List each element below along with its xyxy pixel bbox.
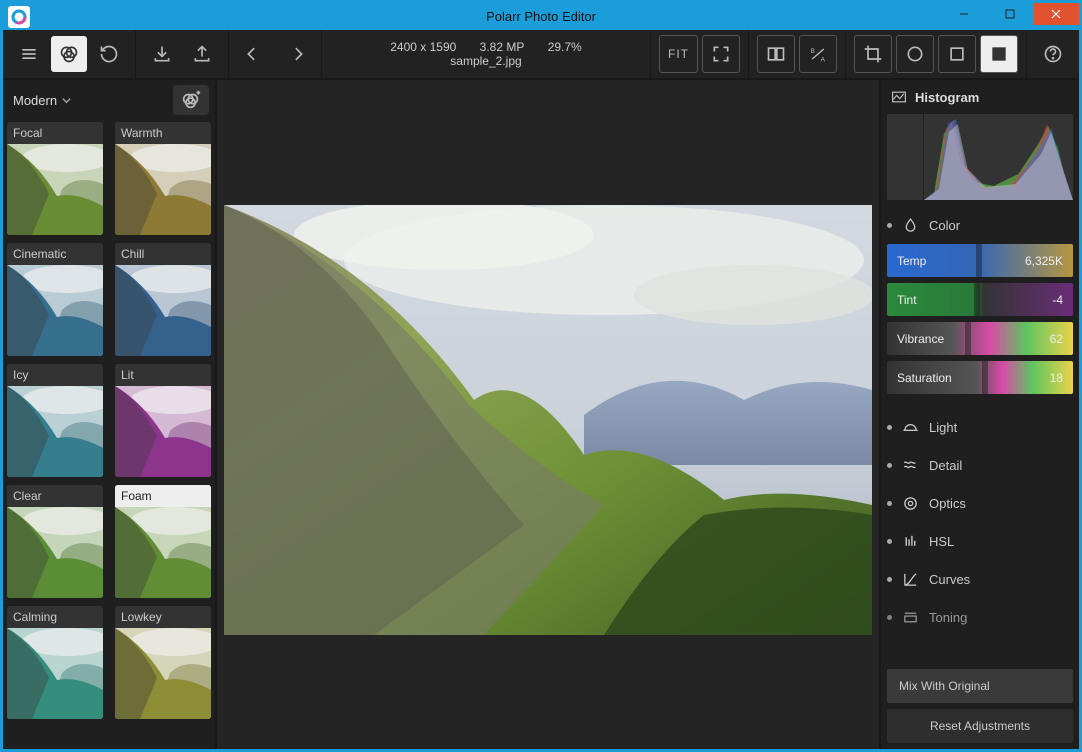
menu-button[interactable] bbox=[11, 36, 47, 72]
slider-saturation[interactable]: Saturation18 bbox=[887, 361, 1073, 394]
curve-icon bbox=[902, 571, 919, 588]
help-button[interactable] bbox=[1035, 36, 1071, 72]
slider-handle[interactable] bbox=[974, 283, 980, 316]
filter-category-dropdown[interactable]: Modern bbox=[13, 93, 72, 108]
filter-cinematic[interactable]: Cinematic bbox=[7, 243, 103, 356]
image-zoom: 29.7% bbox=[548, 40, 582, 54]
filter-icy[interactable]: Icy bbox=[7, 364, 103, 477]
filter-label: Chill bbox=[115, 243, 211, 265]
filter-label: Calming bbox=[7, 606, 103, 628]
adjustments-panel: Histogram Color Temp6,325K Tint-4 Vibran… bbox=[879, 80, 1079, 749]
histogram-channel-toggle[interactable] bbox=[887, 114, 924, 200]
image-filename: sample_2.jpg bbox=[450, 54, 521, 68]
app-logo bbox=[8, 6, 30, 28]
section-optics[interactable]: Optics bbox=[881, 484, 1079, 522]
lens-icon bbox=[902, 495, 919, 512]
slider-tint[interactable]: Tint-4 bbox=[887, 283, 1073, 316]
svg-text:A: A bbox=[821, 57, 826, 64]
window-title: Polarr Photo Editor bbox=[3, 9, 1079, 24]
section-curves[interactable]: Curves bbox=[881, 560, 1079, 598]
top-toolbar: 2400 x 1590 3.82 MP 29.7% sample_2.jpg F… bbox=[3, 30, 1079, 80]
maximize-button[interactable] bbox=[987, 3, 1033, 25]
section-color[interactable]: Color bbox=[881, 206, 1079, 244]
filter-focal[interactable]: Focal bbox=[7, 122, 103, 235]
histogram-title: Histogram bbox=[881, 80, 1079, 114]
droplet-icon bbox=[902, 217, 919, 234]
section-detail[interactable]: Detail bbox=[881, 446, 1079, 484]
filter-label: Icy bbox=[7, 364, 103, 386]
filter-label: Foam bbox=[115, 485, 211, 507]
svg-text:B: B bbox=[811, 48, 816, 55]
filters-sidebar: Modern Focal Warmth Cinematic Chill Icy bbox=[3, 80, 217, 749]
image-dimensions: 2400 x 1590 bbox=[390, 40, 456, 54]
section-hsl[interactable]: HSL bbox=[881, 522, 1079, 560]
section-light[interactable]: Light bbox=[881, 408, 1079, 446]
preview-image bbox=[224, 205, 872, 635]
filter-lowkey[interactable]: Lowkey bbox=[115, 606, 211, 719]
filter-calming[interactable]: Calming bbox=[7, 606, 103, 719]
radial-mask-button[interactable] bbox=[896, 35, 934, 73]
slider-handle[interactable] bbox=[965, 322, 971, 355]
image-info: 2400 x 1590 3.82 MP 29.7% sample_2.jpg bbox=[322, 40, 650, 68]
filter-category-label: Modern bbox=[13, 93, 57, 108]
export-button[interactable] bbox=[184, 36, 220, 72]
filter-label: Cinematic bbox=[7, 243, 103, 265]
filter-label: Lit bbox=[115, 364, 211, 386]
filter-label: Clear bbox=[7, 485, 103, 507]
fit-button[interactable]: FIT bbox=[659, 35, 698, 73]
redo-button[interactable] bbox=[277, 36, 313, 72]
image-megapixels: 3.82 MP bbox=[480, 40, 525, 54]
filter-label: Lowkey bbox=[115, 606, 211, 628]
filters-toggle-button[interactable] bbox=[51, 36, 87, 72]
filter-lit[interactable]: Lit bbox=[115, 364, 211, 477]
section-toning[interactable]: Toning bbox=[881, 598, 1079, 636]
filter-foam[interactable]: Foam bbox=[115, 485, 211, 598]
import-button[interactable] bbox=[144, 36, 180, 72]
slider-handle[interactable] bbox=[976, 244, 982, 277]
slider-handle[interactable] bbox=[982, 361, 988, 394]
compare-split-button[interactable] bbox=[757, 35, 795, 73]
adjustments-button[interactable] bbox=[980, 35, 1018, 73]
fullscreen-button[interactable] bbox=[702, 35, 740, 73]
gradient-mask-button[interactable] bbox=[938, 35, 976, 73]
toning-icon bbox=[902, 609, 919, 626]
waves-icon bbox=[902, 457, 919, 474]
bars-icon bbox=[902, 533, 919, 550]
histogram-icon bbox=[891, 89, 907, 105]
reset-adjustments-button[interactable]: Reset Adjustments bbox=[887, 709, 1073, 743]
filter-warmth[interactable]: Warmth bbox=[115, 122, 211, 235]
slider-vibrance[interactable]: Vibrance62 bbox=[887, 322, 1073, 355]
image-canvas[interactable] bbox=[217, 80, 879, 749]
app-body: 2400 x 1590 3.82 MP 29.7% sample_2.jpg F… bbox=[3, 30, 1079, 749]
add-filter-button[interactable] bbox=[173, 85, 209, 115]
filter-label: Warmth bbox=[115, 122, 211, 144]
window-titlebar: Polarr Photo Editor bbox=[3, 3, 1079, 30]
chevron-down-icon bbox=[61, 95, 72, 106]
sun-icon bbox=[902, 419, 919, 436]
slider-temp[interactable]: Temp6,325K bbox=[887, 244, 1073, 277]
minimize-button[interactable] bbox=[941, 3, 987, 25]
filter-chill[interactable]: Chill bbox=[115, 243, 211, 356]
undo-button[interactable] bbox=[237, 36, 273, 72]
filter-label: Focal bbox=[7, 122, 103, 144]
before-after-button[interactable]: BA bbox=[799, 35, 837, 73]
mix-with-original-button[interactable]: Mix With Original bbox=[887, 669, 1073, 703]
close-button[interactable] bbox=[1033, 3, 1079, 25]
history-button[interactable] bbox=[91, 36, 127, 72]
crop-button[interactable] bbox=[854, 35, 892, 73]
filter-clear[interactable]: Clear bbox=[7, 485, 103, 598]
filter-grid: Focal Warmth Cinematic Chill Icy Lit Cle… bbox=[3, 122, 215, 749]
histogram-display[interactable] bbox=[887, 114, 1073, 200]
